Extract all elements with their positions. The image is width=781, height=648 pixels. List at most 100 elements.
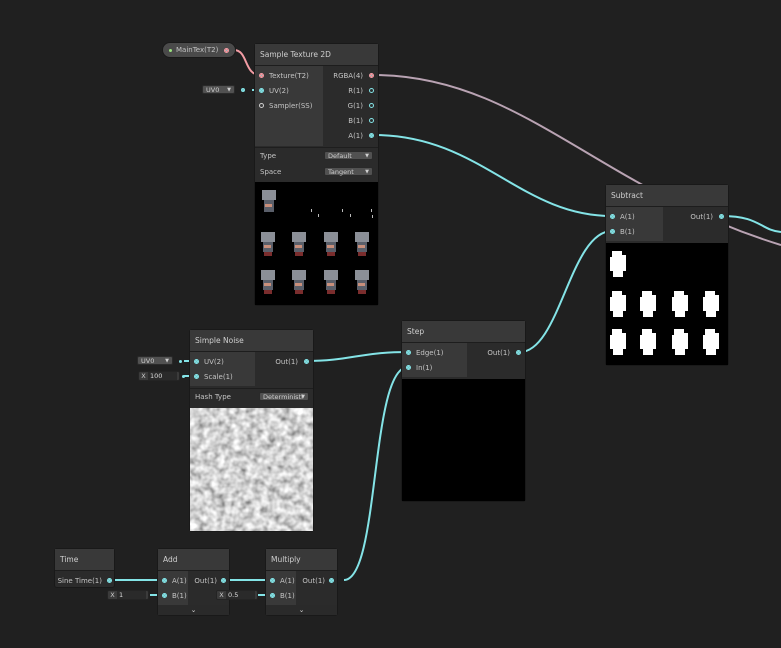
hash-type-dropdown[interactable]: Deterministi ▼ xyxy=(259,392,309,401)
noise-scale-label: Scale(1) xyxy=(204,373,233,381)
property-output-port[interactable] xyxy=(224,48,229,53)
multiply-node[interactable]: Multiply A(1) B(1) Out(1) ⌄ xyxy=(265,548,338,616)
sample-texture-title: Sample Texture 2D xyxy=(255,44,378,66)
step-title: Step xyxy=(402,321,525,343)
step-node[interactable]: Step Edge(1) In(1) Out(1) xyxy=(401,320,526,502)
sample-texture-preview xyxy=(255,182,378,305)
subtract-b-port[interactable] xyxy=(610,229,615,234)
sine-time-port[interactable] xyxy=(107,578,112,583)
add-out-port[interactable] xyxy=(221,578,226,583)
simple-noise-title: Simple Noise xyxy=(190,330,313,352)
subtract-b-label: B(1) xyxy=(620,228,635,236)
space-value: Tangent xyxy=(328,168,354,176)
subtract-node[interactable]: Subtract A(1) B(1) Out(1) xyxy=(605,184,729,366)
multiply-b-port[interactable] xyxy=(270,593,275,598)
simple-noise-node[interactable]: Simple Noise UV(2) Scale(1) Out(1) Hash … xyxy=(189,329,314,532)
multiply-b-value[interactable]: 0.5 xyxy=(226,591,255,599)
noise-uv-port[interactable] xyxy=(194,359,199,364)
subtract-title: Subtract xyxy=(606,185,728,207)
sine-time-label: Sine Time(1) xyxy=(57,577,102,585)
hash-type-value: Deterministi xyxy=(263,393,303,401)
step-out-port[interactable] xyxy=(516,350,521,355)
noise-uv-field-dot xyxy=(179,360,182,363)
g-output-port[interactable] xyxy=(369,103,374,108)
r-output-label: R(1) xyxy=(348,87,363,95)
texture-input-label: Texture(T2) xyxy=(269,72,309,80)
type-dropdown[interactable]: Default ▼ xyxy=(324,151,373,160)
sampler-input-port[interactable] xyxy=(259,103,264,108)
rgba-output-port[interactable] xyxy=(369,73,374,78)
property-indicator xyxy=(169,49,172,52)
sample-uv-dropdown[interactable]: UV0 ▼ xyxy=(202,85,235,94)
noise-out-port[interactable] xyxy=(304,359,309,364)
subtract-a-label: A(1) xyxy=(620,213,635,221)
multiply-b-x-label: X xyxy=(219,591,224,599)
hash-type-label: Hash Type xyxy=(195,393,231,401)
texture-input-port[interactable] xyxy=(259,73,264,78)
sample-texture-2d-node[interactable]: Sample Texture 2D Texture(T2) UV(2) Samp… xyxy=(254,43,379,306)
sample-settings-divider xyxy=(255,147,378,148)
sampler-input-label: Sampler(SS) xyxy=(269,102,313,110)
add-node[interactable]: Add A(1) B(1) Out(1) ⌄ xyxy=(157,548,230,616)
subtract-preview xyxy=(606,243,728,365)
multiply-b-field[interactable]: X 0.5 xyxy=(216,590,258,600)
noise-scale-field[interactable]: X 100 xyxy=(138,371,180,381)
sample-uv-field-port[interactable] xyxy=(241,88,245,92)
uv-input-label: UV(2) xyxy=(269,87,289,95)
add-b-label: B(1) xyxy=(172,592,187,600)
wire-subtract-out[interactable] xyxy=(721,215,781,233)
multiply-out-label: Out(1) xyxy=(302,577,325,585)
noise-uv-label: UV(2) xyxy=(204,358,224,366)
simple-noise-preview xyxy=(190,408,313,531)
noise-scale-field-dot xyxy=(182,375,185,378)
step-edge-label: Edge(1) xyxy=(416,349,444,357)
noise-scale-port[interactable] xyxy=(194,374,199,379)
b-output-port[interactable] xyxy=(369,118,374,123)
add-b-port[interactable] xyxy=(162,593,167,598)
noise-scale-x-label: X xyxy=(141,372,146,380)
noise-settings-divider xyxy=(190,388,313,389)
type-value: Default xyxy=(328,152,352,160)
space-label: Space xyxy=(260,168,282,176)
add-a-port[interactable] xyxy=(162,578,167,583)
add-out-label: Out(1) xyxy=(194,577,217,585)
noise-uv-dropdown[interactable]: UV0 ▼ xyxy=(137,356,173,365)
uv-input-port[interactable] xyxy=(259,88,264,93)
add-expand-chevron-icon[interactable]: ⌄ xyxy=(158,605,229,615)
step-in-port[interactable] xyxy=(406,365,411,370)
subtract-out-label: Out(1) xyxy=(690,213,713,221)
multiply-out-port[interactable] xyxy=(329,578,334,583)
step-edge-port[interactable] xyxy=(406,350,411,355)
multiply-title: Multiply xyxy=(266,549,337,571)
time-node[interactable]: Time Sine Time(1) xyxy=(54,548,115,588)
multiply-b-label: B(1) xyxy=(280,592,295,600)
step-in-label: In(1) xyxy=(416,364,433,372)
a-output-port[interactable] xyxy=(369,133,374,138)
multiply-a-label: A(1) xyxy=(280,577,295,585)
step-out-label: Out(1) xyxy=(487,349,510,357)
add-b-value[interactable]: 1 xyxy=(117,591,146,599)
r-output-port[interactable] xyxy=(369,88,374,93)
add-b-field[interactable]: X1 xyxy=(107,590,149,600)
wire-multiply-to-step-in[interactable] xyxy=(343,366,409,581)
step-preview xyxy=(402,379,525,501)
subtract-a-port[interactable] xyxy=(610,214,615,219)
wire-step-to-subtract-b[interactable] xyxy=(519,230,613,353)
add-a-label: A(1) xyxy=(172,577,187,585)
rgba-output-label: RGBA(4) xyxy=(333,72,363,80)
multiply-expand-chevron-icon[interactable]: ⌄ xyxy=(266,605,337,615)
maintex-property-node[interactable]: MainTex(T2) xyxy=(162,42,236,58)
space-dropdown[interactable]: Tangent ▼ xyxy=(324,167,373,176)
property-label: MainTex(T2) xyxy=(176,46,219,54)
a-output-label: A(1) xyxy=(348,132,363,140)
time-title: Time xyxy=(55,549,114,571)
noise-uv-value: UV0 xyxy=(141,357,155,365)
subtract-out-port[interactable] xyxy=(719,214,724,219)
multiply-a-port[interactable] xyxy=(270,578,275,583)
b-output-label: B(1) xyxy=(348,117,363,125)
add-title: Add xyxy=(158,549,229,571)
add-b-x-label: X xyxy=(110,591,115,599)
g-output-label: G(1) xyxy=(347,102,363,110)
wire-noise-to-step-edge[interactable] xyxy=(305,351,409,362)
noise-scale-value[interactable]: 100 xyxy=(148,372,177,380)
